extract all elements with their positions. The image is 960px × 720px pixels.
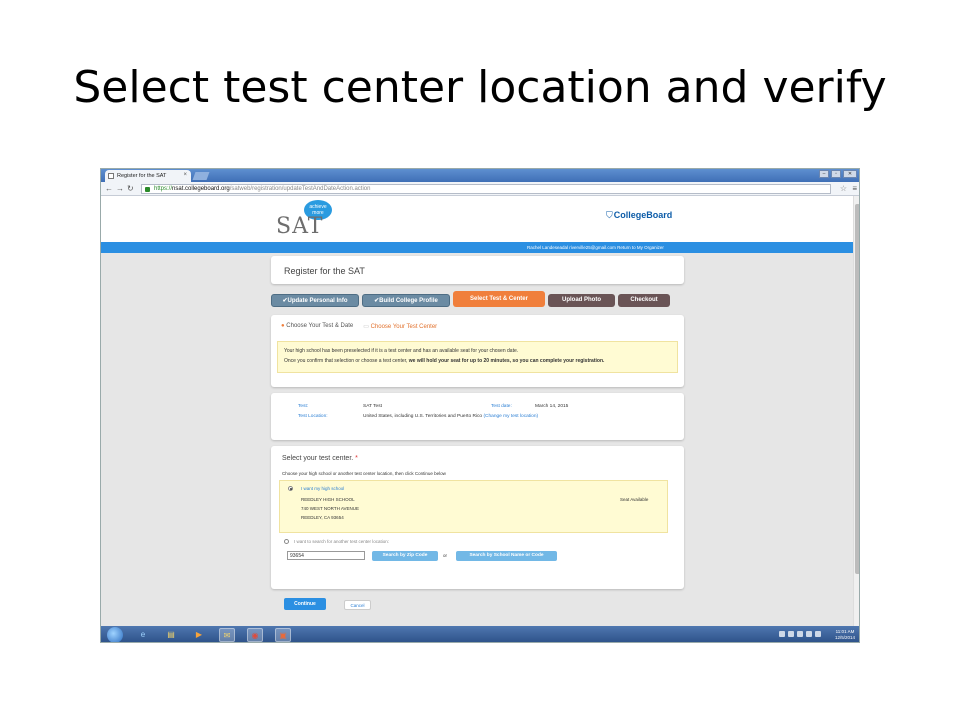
shoe-icon: ● — [281, 323, 285, 329]
step-checkout[interactable]: Checkout — [618, 294, 670, 307]
acorn-shield-icon: ⛉ — [606, 210, 613, 220]
change-location-link[interactable]: (Change my test location) — [483, 414, 538, 419]
radio-search-other[interactable] — [284, 539, 289, 544]
media-player-icon[interactable]: ▶ — [191, 628, 207, 642]
search-school-button[interactable]: Search by School Name or Code — [456, 551, 557, 561]
taskbar: e ▤ ▶ ✉ ◉ ▣ 11:01 AM 12/5/2014 — [101, 626, 859, 642]
start-button[interactable] — [107, 627, 123, 642]
clock[interactable]: 11:01 AM 12/5/2014 — [835, 629, 855, 641]
select-center-card: Select your test center. * Choose your h… — [271, 446, 684, 589]
register-card: Register for the SAT — [271, 256, 684, 284]
tab-bar: Register for the SAT × – ▫ ✕ — [101, 169, 859, 182]
test-info-card: Test: SAT Test Test date: March 14, 2015… — [271, 393, 684, 440]
powerpoint-icon[interactable]: ▣ — [275, 628, 291, 642]
volume-icon[interactable] — [815, 631, 821, 637]
page-icon — [108, 173, 114, 179]
forward-icon[interactable]: → — [116, 184, 124, 193]
browser-window: Register for the SAT × – ▫ ✕ ← → ↻ https… — [100, 168, 860, 643]
tray-arrow-icon[interactable] — [779, 631, 785, 637]
user-bar: Rachel Landeseadal riverville25@gmail.co… — [101, 242, 853, 253]
search-zip-button[interactable]: Search by Zip Code — [372, 551, 438, 561]
power-icon[interactable] — [797, 631, 803, 637]
slide-title: Select test center location and verify — [73, 62, 887, 113]
url-field[interactable]: https://nsat.collegeboard.org/satweb/reg… — [141, 184, 831, 194]
new-tab-button[interactable] — [192, 172, 210, 180]
bookmark-star-icon[interactable]: ☆ — [840, 184, 847, 193]
close-window-icon[interactable]: ✕ — [843, 170, 857, 178]
back-icon[interactable]: ← — [105, 184, 113, 193]
scrollbar-thumb[interactable] — [855, 204, 859, 574]
substep-card: ● Choose Your Test & Date ▭ Choose Your … — [271, 315, 684, 387]
substep-test-center[interactable]: ▭ Choose Your Test Center — [363, 323, 437, 330]
substeps: ● Choose Your Test & Date ▭ Choose Your … — [281, 323, 437, 330]
progress-steps: ✔Update Personal Info ✔Build College Pro… — [271, 291, 670, 307]
high-school-option-box: I want my high school REEDLEY HIGH SCHOO… — [279, 480, 668, 533]
step-build-college-profile[interactable]: ✔Build College Profile — [362, 294, 450, 307]
site-header: achieve more SAT ⛉CollegeBoard — [101, 196, 853, 242]
system-tray — [779, 631, 821, 637]
close-tab-icon[interactable]: × — [183, 172, 187, 178]
menu-icon[interactable]: ≡ — [852, 184, 857, 193]
step-select-test-center[interactable]: Select Test & Center — [453, 291, 545, 307]
tab-title: Register for the SAT — [117, 173, 167, 179]
cancel-button[interactable]: Cancel — [344, 600, 371, 610]
browser-tab[interactable]: Register for the SAT × — [105, 170, 191, 182]
folder-icon[interactable]: ▤ — [163, 628, 179, 642]
maximize-icon[interactable]: ▫ — [831, 170, 841, 178]
lock-icon — [145, 187, 150, 192]
radio-high-school[interactable] — [288, 486, 293, 491]
minimize-icon[interactable]: – — [819, 170, 829, 178]
continue-button[interactable]: Continue — [284, 598, 326, 610]
window-controls: – ▫ ✕ — [819, 170, 857, 178]
reload-icon[interactable]: ↻ — [127, 184, 134, 193]
register-title: Register for the SAT — [284, 266, 365, 276]
user-info[interactable]: Rachel Landeseadal riverville25@gmail.co… — [527, 245, 664, 250]
network-icon[interactable] — [806, 631, 812, 637]
select-center-title: Select your test center. * — [282, 455, 358, 462]
select-center-instructions: Choose your high school or another test … — [282, 471, 446, 476]
page-viewport: achieve more SAT ⛉CollegeBoard Rachel Lan… — [101, 196, 853, 626]
building-icon: ▭ — [363, 324, 369, 330]
zip-input[interactable]: 93654 — [287, 551, 365, 560]
flag-icon[interactable] — [788, 631, 794, 637]
scrollbar[interactable] — [853, 196, 859, 626]
step-upload-photo[interactable]: Upload Photo — [548, 294, 615, 307]
notice-box: Your high school has been preselected if… — [277, 341, 678, 373]
seat-status: Seat Available — [620, 497, 649, 502]
step-update-personal-info[interactable]: ✔Update Personal Info — [271, 294, 359, 307]
substep-test-date[interactable]: ● Choose Your Test & Date — [281, 323, 353, 330]
address-bar-row: ← → ↻ https://nsat.collegeboard.org/satw… — [101, 182, 859, 196]
ie-icon[interactable]: e — [135, 628, 151, 642]
outlook-icon[interactable]: ✉ — [219, 628, 235, 642]
collegeboard-logo[interactable]: ⛉CollegeBoard — [606, 210, 672, 221]
chrome-icon[interactable]: ◉ — [247, 628, 263, 642]
